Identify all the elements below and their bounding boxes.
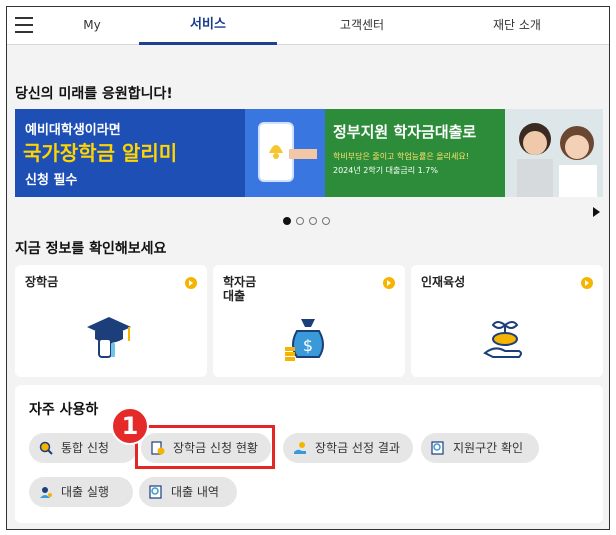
card-label: 장학금 [25, 275, 59, 289]
carousel-dots [283, 210, 335, 229]
active-tab-indicator [139, 42, 277, 45]
tab-customer-center[interactable]: 고객센터 [297, 7, 427, 45]
card-label: 학자금 대출 [223, 275, 313, 303]
shortcut-loan-execution[interactable]: 대출 실행 [29, 477, 133, 507]
banner-left-panel: 예비대학생이라면 국가장학금 알리미 신청 필수 [15, 109, 245, 197]
top-navigation: My 서비스 고객센터 재단 소개 [7, 7, 609, 45]
svg-text:$: $ [303, 336, 313, 355]
shortcut-support-tier-check[interactable]: 지원구간 확인 [421, 433, 539, 463]
document-search-icon [149, 485, 162, 499]
banner-right-panel: 정부지원 학자금대출로 학비부담은 줄이고 학업능률은 올리세요! 2024년 … [325, 109, 505, 197]
card-label-line-1: 학자금 [223, 275, 257, 289]
carousel-dot[interactable] [322, 217, 330, 225]
arrow-right-icon [581, 277, 593, 289]
shortcut-scholarship-result[interactable]: 장학금 선정 결과 [283, 433, 413, 463]
card-label-line-2: 대출 [223, 289, 246, 303]
chip-label: 장학금 선정 결과 [315, 441, 400, 455]
banner-text-4: 정부지원 학자금대출로 [333, 123, 477, 141]
banner-text-6: 2024년 2학기 대출금리 1.7% [333, 166, 438, 175]
banner-text-5: 학비부담은 줄이고 학업능률은 올리세요! [333, 152, 469, 161]
shortcut-title: 자주 사용하 [29, 402, 99, 418]
highlight-box [135, 425, 275, 469]
promo-banner[interactable]: 예비대학생이라면 국가장학금 알리미 신청 필수 정부지원 학자금대출로 학비부… [15, 109, 603, 197]
tab-about-foundation[interactable]: 재단 소개 [447, 7, 587, 45]
carousel-dot[interactable] [309, 217, 317, 225]
search-gear-icon [39, 441, 53, 455]
arrow-right-icon [185, 277, 197, 289]
hand-coins-icon [294, 442, 306, 454]
chip-label: 대출 내역 [171, 485, 219, 499]
carousel-dot[interactable] [283, 217, 291, 225]
banner-text-3: 신청 필수 [25, 173, 78, 188]
shortcut-loan-history[interactable]: 대출 내역 [139, 477, 237, 507]
carousel-next-icon[interactable] [593, 207, 600, 217]
chip-label: 대출 실행 [61, 485, 109, 499]
tab-services[interactable]: 서비스 [139, 7, 277, 45]
person-search-icon [40, 487, 52, 498]
card-talent-development[interactable]: 인재육성 [411, 265, 603, 377]
chip-label: 통합 신청 [61, 441, 109, 455]
sprout-hand-icon [483, 321, 522, 358]
document-search-icon [431, 441, 444, 455]
banner-text-2: 국가장학금 알리미 [23, 141, 178, 165]
money-bag-icon: $ [285, 319, 324, 361]
chip-label: 지원구간 확인 [453, 441, 524, 455]
app-frame: My 서비스 고객센터 재단 소개 당신의 미래를 응원합니다! 예비대학생이라… [6, 6, 610, 530]
carousel-dot[interactable] [296, 217, 304, 225]
menu-icon[interactable] [15, 17, 33, 33]
students-photo [505, 109, 603, 197]
phone-bell-icon [245, 109, 325, 197]
card-student-loan[interactable]: 학자금 대출 $ [213, 265, 405, 377]
card-label: 인재육성 [421, 275, 466, 289]
graduation-cap-hand-icon [87, 317, 131, 358]
hero-title: 당신의 미래를 응원합니다! [15, 86, 173, 102]
tab-my[interactable]: My [47, 7, 137, 45]
arrow-right-icon [383, 277, 395, 289]
banner-text-1: 예비대학생이라면 [25, 123, 121, 138]
card-scholarship[interactable]: 장학금 [15, 265, 207, 377]
shortcut-panel: 자주 사용하 통합 신청 장학금 신청 현황 장학금 선정 결과 지원구간 확인… [15, 385, 603, 523]
info-title: 지금 정보를 확인해보세요 [15, 241, 167, 257]
step-marker: 1 [111, 407, 149, 445]
